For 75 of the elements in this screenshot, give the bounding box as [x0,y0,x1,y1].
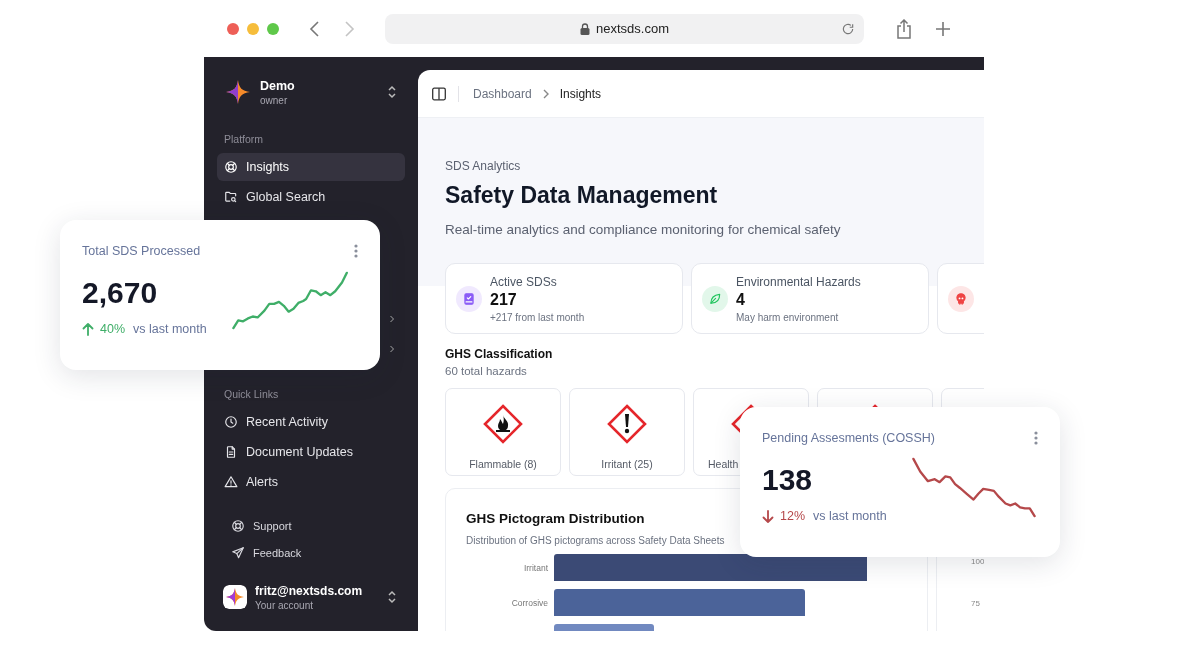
metric-value: 138 [762,463,814,497]
logo-icon [225,79,251,105]
hazard-label: Flammable (8) [469,458,537,470]
sidebar-item[interactable]: Global Search [217,183,405,211]
hazard-label: Health [708,458,739,470]
sidebar-item[interactable]: Insights [217,153,405,181]
chevron-updown-icon[interactable] [387,85,397,99]
breadcrumb-link[interactable]: Insights [559,86,602,101]
bar-label: Corrosive [511,597,548,608]
section-subtitle: 60 total hazards [445,365,528,377]
breadcrumb-link[interactable]: Dashboard [473,86,532,101]
workspace-name: Demo [260,78,296,93]
clock-icon [224,415,238,429]
stat-note: May harm environment [736,311,840,323]
arrow-up-icon [82,322,94,336]
lifebuoy-icon [224,160,238,174]
section-eyebrow: SDS Analytics [445,159,522,173]
chart-subtitle: Distribution of GHS pictograms across Safety Data Sheets [466,535,725,546]
stat-title: Active SDSs [490,274,558,289]
metric-title: Pending Assesments (COSSH) [762,431,935,445]
sidebar-link[interactable]: Feedback [231,542,405,563]
sidebar-item[interactable]: Recent Activity [217,408,405,436]
avatar-icon [223,585,247,609]
more-icon[interactable] [354,244,358,258]
stat-note: +217 from last month [490,311,585,323]
account-caption: Your account [255,599,314,611]
folder-search-icon [224,190,238,204]
document-icon [224,445,238,459]
axis-label: 100 [971,557,984,566]
hazard-label: Irritant (25) [601,458,653,470]
section-label: Quick Links [224,387,280,402]
trend-caption: vs last month [813,509,887,523]
stat-value: 217 [490,290,518,309]
reload-icon[interactable] [841,21,855,36]
stat-value: 4 [736,290,746,309]
back-icon[interactable] [309,19,321,38]
minimize-window-button[interactable] [247,22,259,35]
page-subtitle: Real-time analytics and compliance monitoring for chemical safety [445,222,842,237]
trend-change: 12% [780,509,806,523]
section-label: Platform [224,132,265,147]
metric-value: 2,670 [82,276,159,310]
trend-change: 40% [100,322,126,336]
lock-icon [580,22,590,35]
axis-label: 75 [971,599,980,608]
send-icon [231,545,245,560]
flame-pictogram-icon [483,404,523,444]
account-email: fritz@nextsds.com [255,583,364,598]
chart-title: GHS Pictogram Distribution [466,511,645,526]
page-title: Safety Data Management [445,182,719,209]
maximize-window-button[interactable] [267,22,279,35]
stat-title: Environmental Hazards [736,274,861,289]
section-title: GHS Classification [445,347,554,361]
warning-icon [224,475,238,489]
hazard-tile[interactable]: Flammable (8) [445,388,561,476]
plus-icon[interactable] [936,21,950,36]
sidebar-item[interactable]: Document Updates [217,438,405,466]
close-window-button[interactable] [227,22,239,35]
exclamation-pictogram-icon [607,404,647,444]
sidebar-toggle-icon[interactable] [432,86,446,101]
arrow-down-icon [762,509,774,523]
sidebar-item[interactable]: Alerts [217,468,405,496]
hazard-tile[interactable]: Irritant (25) [569,388,685,476]
sidebar-link[interactable]: Support [231,515,405,536]
metric-title: Total SDS Processed [82,244,201,258]
url-text: nextsds.com [596,21,669,36]
forward-icon[interactable] [343,19,355,38]
address-bar[interactable]: nextsds.com [385,13,864,44]
lifebuoy-icon [231,518,245,533]
share-icon[interactable] [896,18,912,39]
trend-caption: vs last month [133,322,207,336]
chevron-icon [541,88,550,99]
chevron-updown-icon[interactable] [387,590,397,604]
more-icon[interactable] [1034,431,1038,445]
workspace-role: owner [260,94,289,106]
bar-label: Irritant [523,562,548,573]
